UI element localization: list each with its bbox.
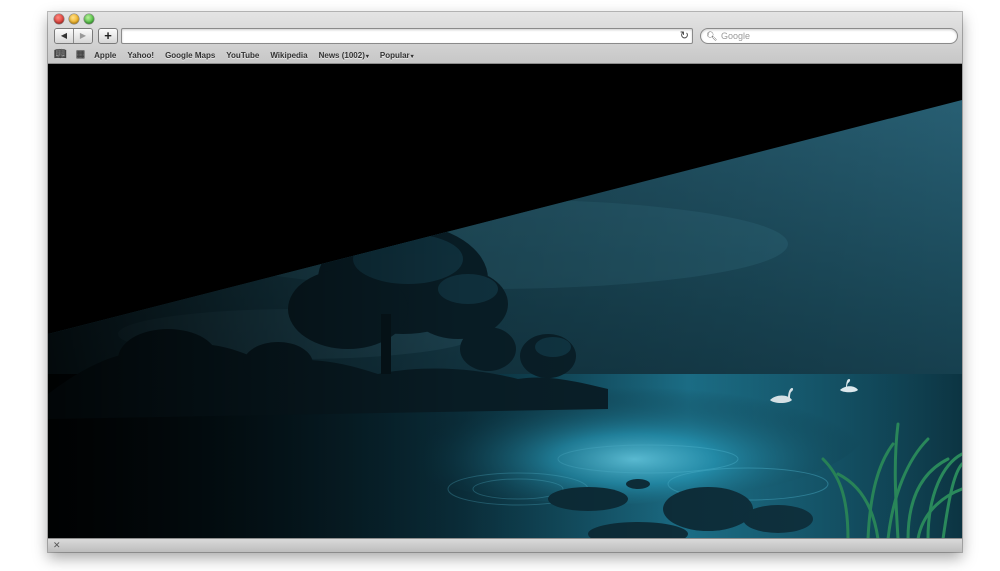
search-icon: 🔍︎: [706, 31, 718, 41]
bookmark-yahoo[interactable]: Yahoo!: [127, 51, 154, 60]
forward-button[interactable]: ▶: [73, 29, 92, 43]
back-forward-group: ◀ ▶: [54, 28, 93, 44]
bookmark-news-folder[interactable]: News (1002)▾: [319, 51, 369, 60]
search-placeholder: Google: [721, 31, 751, 41]
bookmark-google-maps[interactable]: Google Maps: [165, 51, 215, 60]
navigation-bar: ◀ ▶ + ↻ 🔍︎ Google: [54, 28, 958, 44]
bookmark-apple[interactable]: Apple: [94, 51, 116, 60]
bookmark-youtube[interactable]: YouTube: [226, 51, 259, 60]
bookmark-news-label: News (1002): [318, 50, 365, 60]
browser-window: ◀ ▶ + ↻ 🔍︎ Google 📖︎ ▦ Apple Yahoo! Goog…: [48, 12, 962, 552]
browser-toolbar: ◀ ▶ + ↻ 🔍︎ Google 📖︎ ▦ Apple Yahoo! Goog…: [48, 12, 962, 64]
bookmark-wikipedia[interactable]: Wikipedia: [270, 51, 307, 60]
back-button[interactable]: ◀: [55, 29, 73, 43]
stage: ◀ ▶ + ↻ 🔍︎ Google 📖︎ ▦ Apple Yahoo! Goog…: [0, 0, 1000, 571]
minimize-window-button[interactable]: [69, 14, 79, 24]
top-sites-grid-icon[interactable]: ▦: [76, 49, 85, 61]
bookmark-popular-label: Popular: [379, 50, 410, 60]
reading-list-icon[interactable]: 📖︎: [54, 49, 67, 61]
bookmarks-bar: 📖︎ ▦ Apple Yahoo! Google Maps YouTube Wi…: [54, 48, 956, 62]
reload-icon[interactable]: ↻: [680, 29, 689, 43]
status-bar: ✕: [48, 538, 962, 552]
window-controls: [54, 14, 94, 24]
zoom-window-button[interactable]: [84, 14, 94, 24]
night-lake-scene: [48, 64, 962, 539]
chevron-down-icon: ▾: [365, 53, 369, 60]
address-bar[interactable]: ↻: [121, 28, 693, 44]
bookmark-popular-folder[interactable]: Popular▾: [380, 51, 414, 60]
close-window-button[interactable]: [54, 14, 64, 24]
chevron-down-icon: ▾: [410, 53, 414, 60]
search-field[interactable]: 🔍︎ Google: [700, 28, 958, 44]
add-bookmark-button[interactable]: +: [98, 28, 118, 44]
close-icon[interactable]: ✕: [53, 539, 61, 552]
page-content-image: [48, 64, 962, 539]
